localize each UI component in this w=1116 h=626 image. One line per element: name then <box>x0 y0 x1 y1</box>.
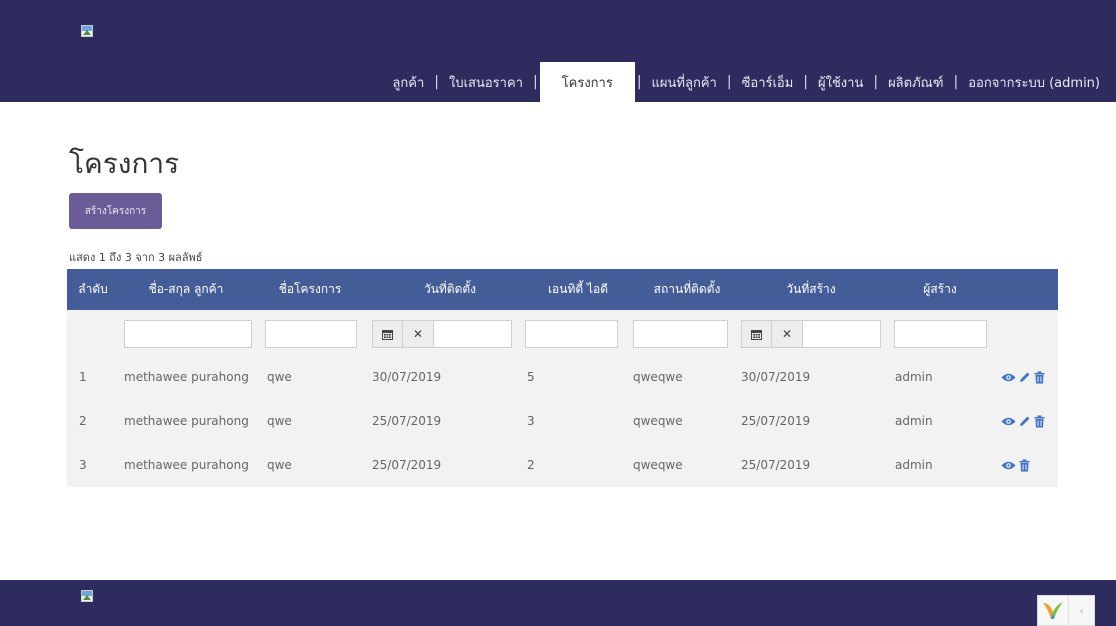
cell-customer: methawee purahong <box>124 414 249 428</box>
footer-logo-broken-image <box>81 590 93 602</box>
column-header-creator[interactable]: ผู้สร้าง <box>893 269 987 310</box>
filter-location-input[interactable] <box>633 320 728 348</box>
nav-item-products[interactable]: ผลิตภัณฑ์ <box>878 62 953 102</box>
projects-grid: ลำดับ ชื่อ-สกุล ลูกค้า ชื่อโครงการ วันที… <box>67 269 1058 487</box>
cell-creator: admin <box>895 370 933 384</box>
column-header-entity-id[interactable]: เอนทิตี้ ไอดี <box>525 269 631 310</box>
debug-toolbar[interactable]: ‹ <box>1037 595 1095 626</box>
cell-created: 30/07/2019 <box>741 370 811 384</box>
pencil-icon[interactable] <box>1019 371 1031 383</box>
cell-project: qwe <box>267 458 292 472</box>
cell-customer: methawee purahong <box>124 370 249 384</box>
table-row: 3 methawee purahong qwe 25/07/2019 2 qwe… <box>67 443 1058 487</box>
table-row: 2 methawee purahong qwe 25/07/2019 3 qwe… <box>67 399 1058 443</box>
page-title: โครงการ <box>69 147 180 180</box>
filter-creator-input[interactable] <box>894 320 987 348</box>
column-header-location[interactable]: สถานที่ติดตั้ง <box>633 269 741 310</box>
cell-entity-id: 5 <box>527 370 535 384</box>
nav-item-crm[interactable]: ซีอาร์เอ็ม <box>732 62 804 102</box>
eye-icon[interactable] <box>1001 460 1016 471</box>
nav-item-projects[interactable]: โครงการ <box>539 62 635 102</box>
chevron-left-icon[interactable]: ‹ <box>1068 596 1094 625</box>
cell-install-date: 30/07/2019 <box>372 370 442 384</box>
nav-item-users[interactable]: ผู้ใช้งาน <box>808 62 873 102</box>
nav-item-customers[interactable]: ลูกค้า <box>382 62 434 102</box>
nav-item-quotations[interactable]: ใบเสนอราคา <box>439 62 533 102</box>
nav-separator: | <box>532 74 538 90</box>
column-header-no[interactable]: ลำดับ <box>67 269 119 310</box>
eye-icon[interactable] <box>1001 416 1016 427</box>
results-summary: แสดง 1 ถึง 3 จาก 3 ผลลัพธ์ <box>69 251 203 264</box>
trash-icon[interactable] <box>1034 415 1045 428</box>
eye-icon[interactable] <box>1001 372 1016 383</box>
cell-no: 1 <box>79 370 87 384</box>
calendar-icon[interactable] <box>372 320 403 348</box>
cell-no: 2 <box>79 414 87 428</box>
brand-logo-broken-image[interactable] <box>81 25 93 37</box>
footer <box>0 580 1116 626</box>
grid-header: ลำดับ ชื่อ-สกุล ลูกค้า ชื่อโครงการ วันที… <box>67 269 1058 310</box>
main-nav: ลูกค้า | ใบเสนอราคา | โครงการ | แผนที่ลู… <box>0 62 1116 102</box>
nav-item-logout[interactable]: ออกจากระบบ (admin) <box>958 62 1110 102</box>
create-project-button[interactable]: สร้างโครงการ <box>69 193 162 229</box>
column-header-created[interactable]: วันที่สร้าง <box>743 269 879 310</box>
row-actions <box>1001 443 1030 487</box>
cell-created: 25/07/2019 <box>741 458 811 472</box>
cell-install-date: 25/07/2019 <box>372 458 442 472</box>
cell-customer: methawee purahong <box>124 458 249 472</box>
filter-created-date: ✕ <box>741 320 881 348</box>
clear-icon[interactable]: ✕ <box>403 320 434 348</box>
row-actions <box>1001 399 1045 443</box>
filter-install-date: ✕ <box>372 320 512 348</box>
cell-creator: admin <box>895 414 933 428</box>
pencil-icon[interactable] <box>1019 415 1031 427</box>
column-header-install-date[interactable]: วันที่ติดตั้ง <box>385 269 515 310</box>
column-header-project[interactable]: ชื่อโครงการ <box>265 269 355 310</box>
cell-entity-id: 3 <box>527 414 535 428</box>
cell-install-date: 25/07/2019 <box>372 414 442 428</box>
table-row: 1 methawee purahong qwe 30/07/2019 5 qwe… <box>67 355 1058 399</box>
calendar-icon[interactable] <box>741 320 772 348</box>
cell-location: qweqwe <box>633 370 683 384</box>
cell-location: qweqwe <box>633 458 683 472</box>
cell-no: 3 <box>79 458 87 472</box>
cell-project: qwe <box>267 370 292 384</box>
cell-entity-id: 2 <box>527 458 535 472</box>
column-header-customer[interactable]: ชื่อ-สกุล ลูกค้า <box>123 269 249 310</box>
cell-project: qwe <box>267 414 292 428</box>
filter-customer-input[interactable] <box>124 320 252 348</box>
cell-creator: admin <box>895 458 933 472</box>
trash-icon[interactable] <box>1019 459 1030 472</box>
cell-created: 25/07/2019 <box>741 414 811 428</box>
filter-project-input[interactable] <box>265 320 357 348</box>
trash-icon[interactable] <box>1034 371 1045 384</box>
yii-logo-icon[interactable] <box>1038 597 1068 625</box>
clear-icon[interactable]: ✕ <box>772 320 803 348</box>
filter-install-date-input[interactable] <box>434 320 512 348</box>
row-actions <box>1001 355 1045 399</box>
filter-created-date-input[interactable] <box>803 320 881 348</box>
cell-location: qweqwe <box>633 414 683 428</box>
nav-item-customer-map[interactable]: แผนที่ลูกค้า <box>642 62 727 102</box>
filter-entity-id-input[interactable] <box>525 320 618 348</box>
